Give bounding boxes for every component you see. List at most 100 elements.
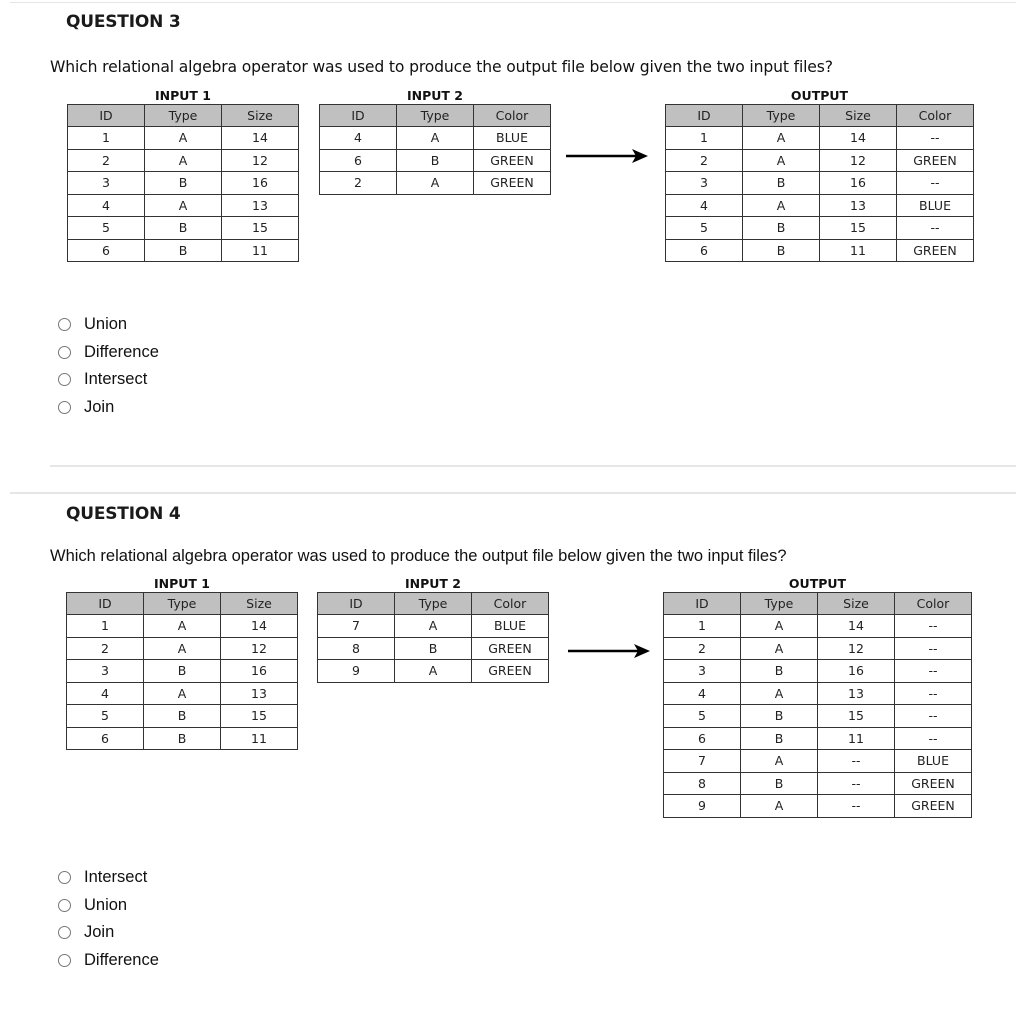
column-header: Size [817,592,895,615]
table-cell: B [143,704,221,728]
input-1-table-block: INPUT 1 ID Type Size 1 A 14 2 A 12 3 B 16 4 A 13 5 B 15 6 B… [66,575,298,750]
table-cell: 2 [319,171,397,195]
input-2-table-block: INPUT 2 ID Type Color 4 A BLUE 6 B GREEN 2 A GREEN [319,87,551,195]
table-cell: 9 [663,794,741,818]
table-row: 5 B 15 [67,216,299,240]
question-prompt: Which relational algebra operator was us… [50,547,787,565]
table-cell: A [143,636,221,660]
table-cell: A [740,749,818,773]
table-cell: GREEN [894,771,972,795]
answer-option[interactable]: Intersect [58,366,159,394]
table-row: 7 A -- BLUE [663,749,972,773]
output-table: ID Type Size Color 1 A 14 -- 2 A 12 GREEN 3 B 16 -- 4 A 13… [665,104,974,262]
table-label: INPUT 2 [407,88,463,103]
answer-option[interactable]: Join [58,919,159,947]
output-table-block: OUTPUT ID Type Size Color 1 A 14 -- 2 A 12 -- 3 B 16 --… [663,575,972,818]
table-label: INPUT 2 [405,576,461,591]
radio-button[interactable] [58,953,71,967]
table-cell: -- [894,614,972,638]
table-cell: 15 [819,216,897,240]
table-cell: 6 [66,726,144,750]
answer-option[interactable]: Difference [58,947,159,975]
radio-button[interactable] [58,400,71,414]
table-cell: 12 [817,636,895,660]
column-header: ID [665,104,743,127]
table-cell: A [742,193,820,217]
table-cell: B [396,148,474,172]
column-header: Type [143,592,221,615]
table-cell: 13 [819,193,897,217]
column-header: ID [319,104,397,127]
table-cell: 13 [220,681,298,705]
table-cell: A [144,193,222,217]
table-row: 2 A 12 [66,636,298,660]
input-1-table: ID Type Size 1 A 14 2 A 12 3 B 16 4 A 13 5 B 15 6 B 11 [66,592,298,750]
column-header: Color [894,592,972,615]
table-cell: 6 [319,148,397,172]
table-header-row: ID Type Size [67,104,299,127]
table-cell: A [144,148,222,172]
table-cell: 13 [817,681,895,705]
table-cell: 15 [817,704,895,728]
table-row: 9 A GREEN [317,659,549,683]
column-header: ID [66,592,144,615]
table-cell: A [740,614,818,638]
table-cell: GREEN [473,148,551,172]
table-cell: A [143,681,221,705]
radio-button[interactable] [58,373,71,387]
table-cell: 4 [319,126,397,150]
radio-button[interactable] [58,898,71,912]
table-cell: 16 [221,171,299,195]
radio-button[interactable] [58,318,71,332]
answer-option[interactable]: Union [58,892,159,920]
table-cell: 2 [67,148,145,172]
answer-option[interactable]: Difference [58,339,159,367]
table-cell: GREEN [473,171,551,195]
radio-button[interactable] [58,345,71,359]
table-row: 6 B 11 [66,726,298,750]
radio-button[interactable] [58,926,71,940]
table-cell: 2 [66,636,144,660]
table-cell: B [394,636,472,660]
table-row: 2 A 12 GREEN [665,148,974,172]
table-row: 8 B GREEN [317,636,549,660]
question-title: QUESTION 4 [66,504,181,524]
column-header: Type [394,592,472,615]
table-cell: 4 [663,681,741,705]
table-cell: B [143,659,221,683]
table-row: 4 A 13 [66,681,298,705]
table-row: 3 B 16 [67,171,299,195]
table-label: OUTPUT [788,576,847,591]
table-cell: -- [894,659,972,683]
table-cell: 1 [66,614,144,638]
table-row: 5 B 15 -- [665,216,974,240]
table-cell: 5 [663,704,741,728]
table-row: 4 A 13 -- [663,681,972,705]
table-cell: A [740,681,818,705]
table-cell: -- [896,216,974,240]
table-cell: A [740,794,818,818]
table-cell: A [742,126,820,150]
table-label: OUTPUT [790,88,849,103]
table-cell: 1 [67,126,145,150]
table-row: 4 A 13 [67,193,299,217]
table-row: 3 B 16 [66,659,298,683]
table-cell: 8 [317,636,395,660]
column-header: Color [473,104,551,127]
table-cell: 2 [665,148,743,172]
table-cell: 14 [220,614,298,638]
table-cell: 16 [817,659,895,683]
table-row: 9 A -- GREEN [663,794,972,818]
radio-button[interactable] [58,871,71,885]
table-cell: A [396,171,474,195]
table-cell: 11 [817,726,895,750]
arrow-right-icon [568,644,650,658]
option-label: Union [84,895,128,914]
answer-option[interactable]: Intersect [58,864,159,892]
answer-option[interactable]: Join [58,394,159,422]
table-cell: -- [896,126,974,150]
table-row: 6 B GREEN [319,148,551,172]
answer-option[interactable]: Union [58,311,159,339]
table-cell: A [742,148,820,172]
table-row: 3 B 16 -- [663,659,972,683]
